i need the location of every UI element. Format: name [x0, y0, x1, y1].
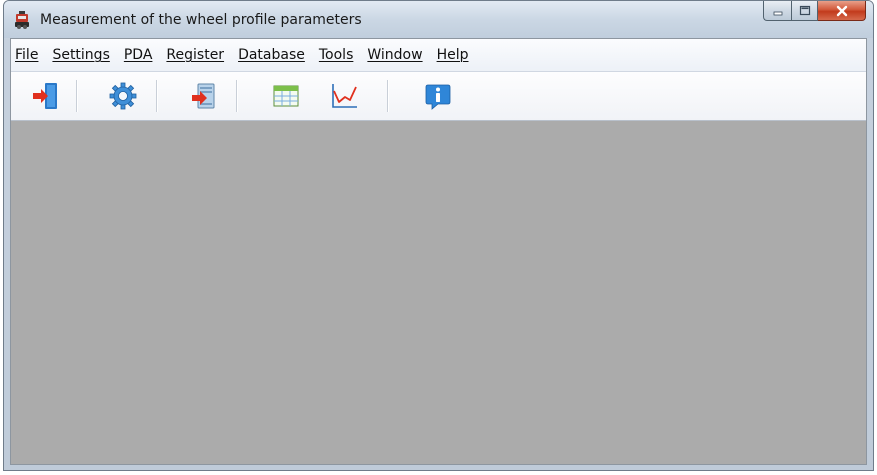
toolbar-separator	[387, 80, 389, 112]
close-button[interactable]	[818, 1, 866, 21]
info-icon	[425, 84, 451, 110]
menu-bar: File Settings PDA Register Database Tool…	[11, 39, 866, 72]
menu-help[interactable]: Help	[431, 47, 475, 63]
exit-button[interactable]	[29, 79, 63, 113]
client-area: File Settings PDA Register Database Tool…	[10, 38, 867, 465]
app-icon[interactable]	[14, 11, 30, 29]
menu-register[interactable]: Register	[160, 47, 230, 63]
minimize-icon	[773, 11, 782, 15]
main-window: Measurement of the wheel profile paramet…	[3, 0, 874, 471]
chart-button[interactable]	[327, 79, 361, 113]
menu-file[interactable]: File	[11, 47, 44, 63]
toolbar-separator	[76, 80, 78, 112]
import-button[interactable]	[187, 79, 221, 113]
table-grid-icon	[273, 85, 299, 107]
maximize-icon	[799, 5, 810, 16]
close-icon	[836, 5, 847, 16]
menu-window[interactable]: Window	[361, 47, 428, 63]
settings-gear-icon	[109, 82, 137, 110]
menu-tools[interactable]: Tools	[313, 47, 360, 63]
info-button[interactable]	[421, 79, 455, 113]
menu-database[interactable]: Database	[232, 47, 311, 63]
toolbar-separator	[156, 80, 158, 112]
caption-buttons	[763, 1, 866, 22]
import-document-icon	[192, 83, 215, 109]
menu-settings[interactable]: Settings	[46, 47, 115, 63]
maximize-button[interactable]	[791, 1, 818, 21]
toolbar	[11, 72, 866, 121]
line-chart-icon	[332, 84, 357, 108]
settings-button[interactable]	[106, 79, 140, 113]
title-bar[interactable]: Measurement of the wheel profile paramet…	[4, 1, 873, 38]
mdi-workspace[interactable]	[11, 121, 866, 464]
window-title: Measurement of the wheel profile paramet…	[40, 12, 362, 28]
toolbar-separator	[236, 80, 238, 112]
minimize-button[interactable]	[763, 1, 791, 21]
menu-pda[interactable]: PDA	[118, 47, 159, 63]
database-table-button[interactable]	[269, 79, 303, 113]
exit-door-icon	[33, 83, 57, 109]
